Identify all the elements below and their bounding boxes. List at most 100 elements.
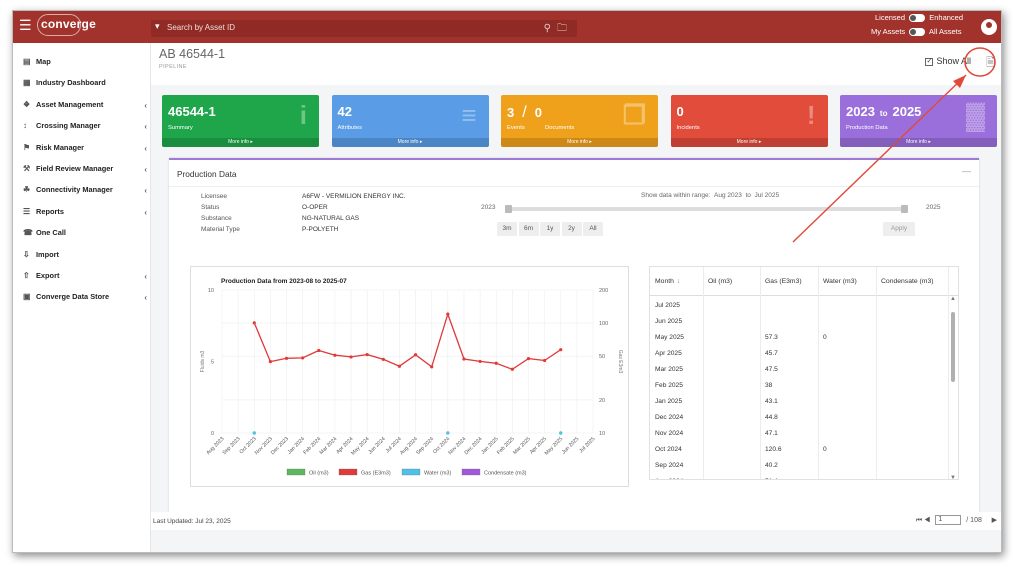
range-button-all[interactable]: All — [583, 222, 603, 236]
prev-page-icon[interactable]: ◀ — [924, 517, 930, 524]
legend-swatch — [461, 468, 481, 476]
sidebar-item-field-review-manager[interactable]: ⚒ Field Review Manager ‹ — [23, 164, 147, 180]
gas-data-point[interactable] — [526, 357, 531, 361]
gas-data-point[interactable] — [494, 361, 498, 365]
water-data-point[interactable] — [252, 431, 256, 435]
sort-desc-icon[interactable]: ↓ — [677, 278, 680, 285]
converge-logo[interactable]: converge — [41, 17, 96, 31]
more-info-link[interactable]: More info ▸ — [501, 138, 658, 147]
gas-data-point[interactable] — [301, 356, 305, 360]
gas-data-point[interactable] — [413, 353, 418, 357]
gas-data-point[interactable] — [333, 353, 337, 357]
more-info-link[interactable]: More info ▸ — [670, 138, 828, 147]
gas-data-point[interactable] — [268, 360, 272, 364]
column-header-2[interactable]: Gas (E3m3) — [765, 278, 802, 285]
chevron-left-icon[interactable]: ‹ — [144, 144, 147, 153]
hamburger-menu-icon[interactable]: ☰ — [19, 18, 32, 32]
gas-data-point[interactable] — [446, 312, 450, 316]
chevron-left-icon[interactable]: ‹ — [144, 208, 147, 217]
search-input[interactable]: Search by Asset ID — [167, 23, 235, 32]
range-slider-end-handle[interactable] — [901, 205, 908, 213]
column-header-1[interactable]: Oil (m3) — [708, 278, 732, 285]
chevron-left-icon[interactable]: ‹ — [144, 272, 147, 281]
legend-item-3[interactable]: Condensate (m3) — [461, 468, 527, 477]
legend-item-1[interactable]: Gas (E3m3) — [338, 468, 391, 477]
summary-card-4[interactable]: ▓ 2023 to 2025 Production Data More info ▸ — [840, 95, 997, 147]
checkbox-checked-icon[interactable]: ✓ — [925, 57, 934, 66]
chevron-left-icon[interactable]: ‹ — [144, 165, 147, 174]
info-value: A6FW - VERMILION ENERGY INC. — [302, 193, 406, 200]
sidebar-item-asset-management[interactable]: ❖ Asset Management ‹ — [23, 100, 147, 116]
legend-item-0[interactable]: Oil (m3) — [286, 468, 329, 477]
water-data-point[interactable] — [559, 431, 563, 435]
user-avatar-icon[interactable] — [981, 19, 997, 35]
next-page-icon[interactable]: ▶ — [992, 517, 997, 524]
chevron-left-icon[interactable]: ‹ — [144, 186, 147, 195]
gas-data-point[interactable] — [543, 358, 547, 363]
column-header-0[interactable]: Month ↓ — [655, 278, 680, 285]
gas-data-point[interactable] — [252, 321, 256, 325]
table-scrollbar[interactable]: ▲ ▼ — [950, 296, 956, 479]
summary-card-1[interactable]: ≡ 42 Attributes More info ▸ — [331, 95, 489, 147]
column-header-3[interactable]: Water (m3) — [823, 278, 857, 285]
footer: Last Updated: Jul 23, 2025 ⏮ ◀ 1 / 108 ▶ — [151, 512, 1001, 530]
legend-label: Water (m3) — [424, 471, 451, 477]
gas-data-point[interactable] — [397, 364, 402, 368]
water-data-point[interactable] — [446, 431, 450, 435]
more-info-link[interactable]: More info ▸ — [331, 138, 489, 147]
licensed-toggle[interactable] — [909, 14, 926, 23]
gas-data-point[interactable] — [510, 367, 514, 371]
legend-item-2[interactable]: Water (m3) — [401, 468, 451, 477]
range-slider-start-handle[interactable] — [505, 205, 512, 213]
gas-data-point[interactable] — [462, 357, 466, 361]
page-input[interactable]: 1 — [935, 515, 962, 525]
collapse-icon[interactable]: — — [962, 166, 971, 176]
sidebar-item-export[interactable]: ⇧ Export ‹ — [23, 271, 147, 287]
range-button-6m[interactable]: 6m — [518, 222, 539, 236]
column-header-4[interactable]: Condensate (m3) — [881, 278, 934, 285]
gas-data-point[interactable] — [365, 352, 369, 357]
sidebar-item-reports[interactable]: ☰ Reports ‹ — [23, 207, 147, 223]
show-all-checkbox[interactable]: ✓ Show All — [925, 56, 971, 66]
summary-card-3[interactable]: ! 0 Incidents More info ▸ — [670, 95, 828, 147]
x-tick-label: May 2025 — [544, 436, 564, 456]
sidebar-item-risk-manager[interactable]: ⚑ Risk Manager ‹ — [23, 143, 147, 159]
first-page-icon[interactable]: ⏮ — [916, 517, 922, 524]
search-icon[interactable]: ⚲ — [544, 23, 557, 34]
apply-button[interactable]: Apply — [883, 222, 915, 236]
sidebar-item-crossing-manager[interactable]: ↕ Crossing Manager ‹ — [23, 121, 147, 137]
summary-card-2[interactable]: ❐ 3/0 Events Documents More info ▸ — [501, 95, 658, 147]
gas-data-point[interactable] — [478, 359, 482, 364]
gas-data-point[interactable] — [430, 365, 434, 369]
folder-icon[interactable]: 🗀 — [557, 23, 573, 34]
scrollbar-thumb[interactable] — [951, 312, 955, 382]
sidebar-item-import[interactable]: ⇩ Import — [23, 250, 147, 266]
sidebar-item-industry-dashboard[interactable]: ▦ Industry Dashboard — [23, 78, 147, 94]
range-slider[interactable] — [505, 205, 908, 213]
sidebar-item-one-call[interactable]: ☎ One Call — [23, 228, 147, 244]
sidebar-item-map[interactable]: ▤ Map — [23, 57, 147, 73]
more-info-link[interactable]: More info ▸ — [162, 138, 319, 147]
more-info-link[interactable]: More info ▸ — [840, 138, 997, 147]
search-dropdown-icon[interactable]: ▾ — [155, 21, 160, 32]
scroll-down-icon[interactable]: ▼ — [950, 475, 956, 479]
gas-data-point[interactable] — [381, 357, 385, 361]
chevron-left-icon[interactable]: ‹ — [144, 122, 147, 131]
assets-toggle[interactable] — [909, 28, 926, 37]
connectivity-icon: ☘ — [23, 185, 31, 195]
summary-card-0[interactable]: i 46544-1 Summary More info ▸ — [162, 95, 319, 147]
sidebar-item-converge-data-store[interactable]: ▣ Converge Data Store ‹ — [23, 292, 147, 308]
range-button-1y[interactable]: 1y — [540, 222, 560, 236]
sidebar-item-connectivity-manager[interactable]: ☘ Connectivity Manager ‹ — [23, 185, 147, 201]
range-button-2y[interactable]: 2y — [561, 222, 582, 236]
scroll-up-icon[interactable]: ▲ — [950, 296, 956, 302]
gas-data-point[interactable] — [317, 348, 321, 353]
gas-data-point[interactable] — [284, 356, 289, 360]
export-report-icon[interactable]: 🗎 — [986, 54, 995, 73]
chevron-left-icon[interactable]: ‹ — [144, 293, 147, 302]
chevron-left-icon[interactable]: ‹ — [144, 101, 147, 110]
gas-data-point[interactable] — [349, 355, 353, 359]
range-button-3m[interactable]: 3m — [497, 222, 517, 236]
gas-data-point[interactable] — [559, 348, 563, 352]
asset-search[interactable]: ▾ Search by Asset ID ⚲🗀 — [151, 20, 577, 37]
